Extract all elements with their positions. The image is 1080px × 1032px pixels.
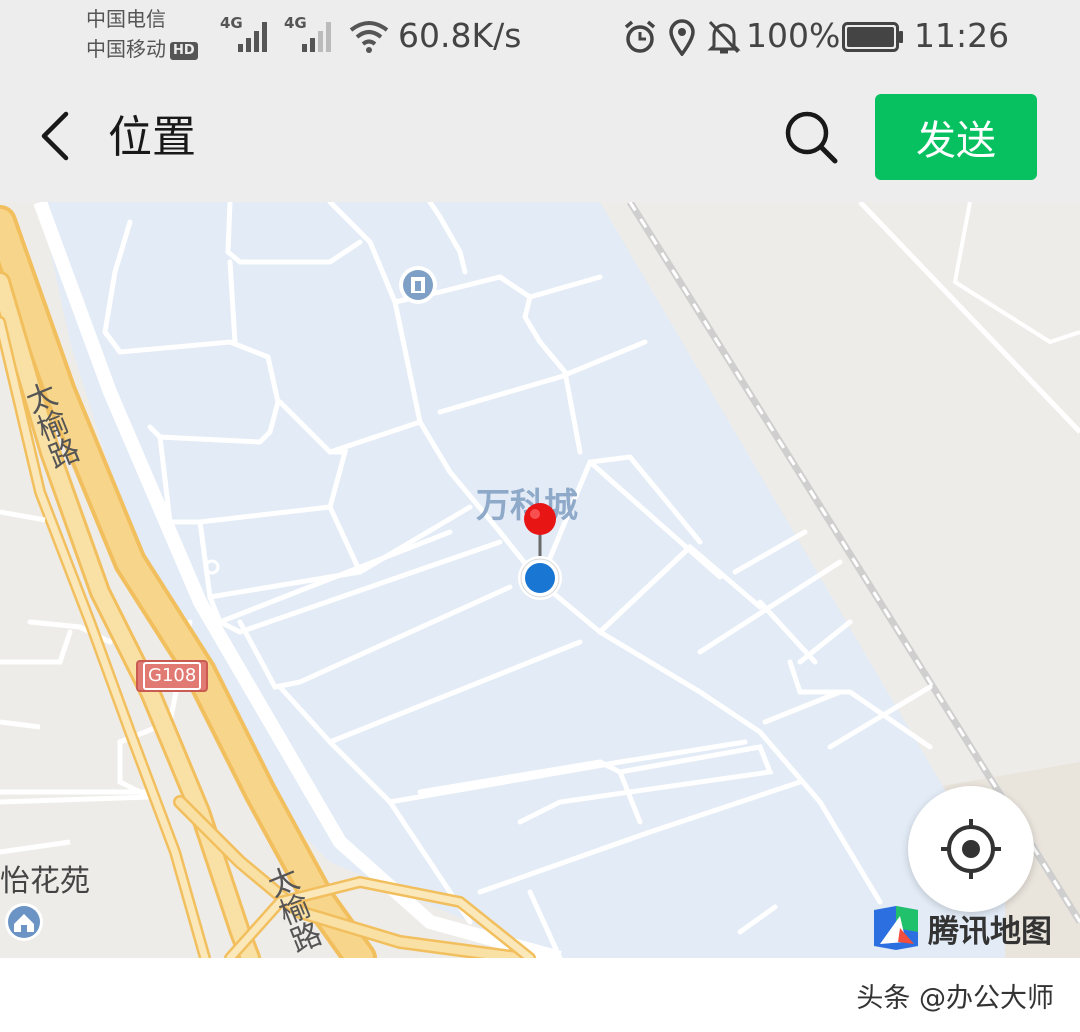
search-button[interactable] bbox=[780, 106, 842, 168]
poi-label: 怡花苑 bbox=[0, 864, 90, 899]
back-button[interactable] bbox=[30, 106, 80, 166]
carrier-info: 中国电信 中国移动 HD bbox=[86, 4, 198, 64]
page-title: 位置 bbox=[108, 112, 196, 163]
map-view[interactable]: 万科城 太榆路 太榆路 G108 怡花苑 腾讯地图 bbox=[0, 202, 1080, 958]
search-icon bbox=[785, 111, 838, 164]
highway-badge: G108 bbox=[136, 660, 209, 692]
chevron-left-icon bbox=[41, 111, 69, 161]
network-speed: 60.8K/s bbox=[398, 16, 522, 55]
alarm-icon bbox=[624, 20, 656, 53]
carrier-1: 中国电信 bbox=[86, 7, 166, 31]
battery-icon bbox=[842, 22, 903, 52]
send-button[interactable]: 发送 bbox=[875, 94, 1037, 180]
status-bar: 中国电信 中国移动 HD 4G 4G 60.8K/s 100% 11:26 bbox=[0, 0, 1080, 78]
crosshair-icon bbox=[941, 819, 1001, 879]
footer: 头条 @办公大师 bbox=[0, 958, 1080, 1032]
navigation-bar: 位置 发送 bbox=[0, 78, 1080, 202]
poi-home-icon bbox=[5, 903, 43, 941]
wifi-icon bbox=[349, 21, 389, 53]
location-icon bbox=[669, 19, 695, 56]
battery-percent: 100% bbox=[746, 16, 841, 55]
watermark: 头条 @办公大师 bbox=[856, 983, 1054, 1014]
poi-marker-icon bbox=[399, 266, 437, 304]
tencent-map-logo-icon bbox=[874, 906, 918, 950]
selected-location-pin-icon[interactable] bbox=[510, 500, 570, 606]
hd-badge: HD bbox=[170, 41, 198, 60]
mute-bell-icon bbox=[707, 20, 741, 54]
highway-number: G108 bbox=[143, 662, 202, 690]
clock: 11:26 bbox=[914, 16, 1010, 55]
carrier-2: 中国移动 bbox=[86, 37, 166, 61]
my-location-button[interactable] bbox=[908, 786, 1034, 912]
map-provider-name: 腾讯地图 bbox=[928, 914, 1052, 950]
